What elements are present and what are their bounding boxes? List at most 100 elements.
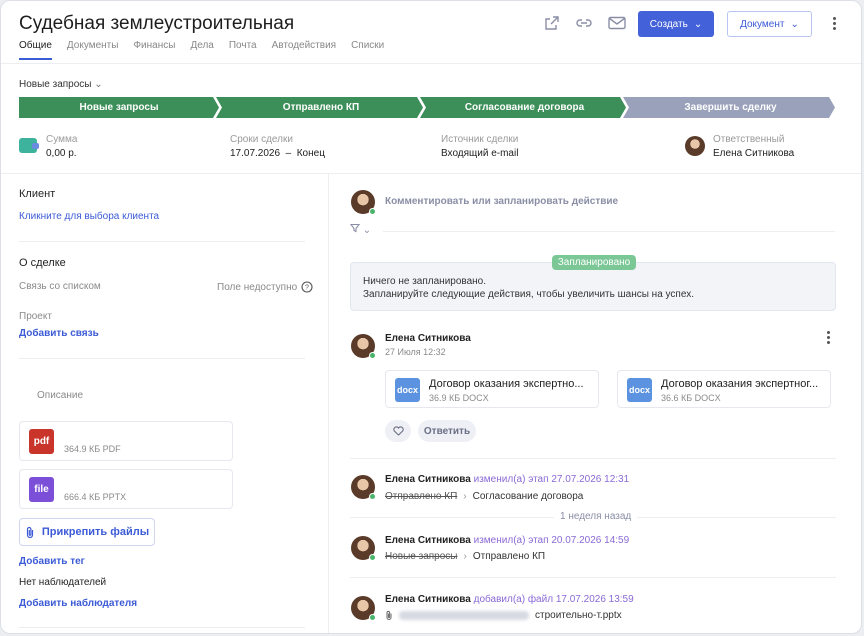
tab-general[interactable]: Общие bbox=[19, 40, 52, 60]
event-date: 17.07.2026 13:59 bbox=[555, 594, 634, 605]
document-button-label: Документ bbox=[740, 18, 785, 30]
event-author[interactable]: Елена Ситникова bbox=[385, 594, 471, 605]
content-divider bbox=[1, 173, 861, 174]
project-label: Проект bbox=[19, 311, 52, 322]
tab-documents[interactable]: Документы bbox=[67, 40, 119, 60]
doc-name: Договор оказания экспертног... bbox=[661, 378, 819, 390]
filter-button[interactable]: ⌄ bbox=[349, 223, 372, 236]
paperclip-icon bbox=[386, 610, 392, 620]
event-stage-change: Новые запросы › Отправлено КП bbox=[385, 551, 545, 562]
chevron-down-icon: ⌄ bbox=[94, 79, 103, 90]
event-header: Елена Ситникова изменил(а) этап 20.07.20… bbox=[385, 535, 629, 546]
event-action: изменил(а) этап bbox=[473, 535, 549, 546]
post-author[interactable]: Елена Ситникова bbox=[385, 333, 471, 344]
event-action: изменил(а) этап bbox=[473, 474, 549, 485]
help-icon[interactable]: ? bbox=[301, 281, 313, 293]
week-separator: 1 неделя назад bbox=[554, 511, 638, 522]
header-divider bbox=[1, 63, 861, 64]
reply-button[interactable]: Ответить bbox=[418, 420, 476, 442]
tabs: Общие Документы Финансы Дела Почта Автод… bbox=[19, 40, 384, 60]
divider bbox=[19, 358, 305, 359]
source-value: Входящий e-mail bbox=[441, 148, 519, 159]
file-card[interactable]: pdf 364.9 КБ PDF bbox=[19, 421, 233, 461]
event-header: Елена Ситникова добавил(а) файл 17.07.20… bbox=[385, 594, 634, 605]
event-stage-change: Отправлено КП › Согласование договора bbox=[385, 491, 583, 502]
create-button[interactable]: Создать ⌄ bbox=[638, 11, 714, 37]
add-watcher-link[interactable]: Добавить наблюдателя bbox=[19, 598, 137, 609]
file-card[interactable]: file 666.4 КБ PPTX bbox=[19, 469, 233, 509]
filter-divider bbox=[383, 231, 835, 232]
divider bbox=[350, 577, 836, 578]
avatar bbox=[351, 596, 376, 621]
doc-meta: 36.9 КБ DOCX bbox=[429, 393, 489, 403]
new-stage: Согласование договора bbox=[472, 491, 584, 502]
link-icon[interactable] bbox=[576, 15, 592, 31]
stage-selector[interactable]: Новые запросы ⌄ bbox=[19, 79, 103, 90]
svg-text:?: ? bbox=[305, 285, 309, 292]
doc-card[interactable]: docx Договор оказания экспертног... 36.6… bbox=[617, 370, 831, 408]
mail-icon[interactable] bbox=[608, 15, 626, 31]
divider bbox=[19, 627, 305, 628]
event-author[interactable]: Елена Ситникова bbox=[385, 535, 471, 546]
tab-automation[interactable]: Автодействия bbox=[272, 40, 336, 60]
add-link[interactable]: Добавить связь bbox=[19, 328, 99, 339]
avatar bbox=[351, 334, 376, 359]
description-label[interactable]: Описание bbox=[37, 390, 83, 401]
deal-page: Судебная землеустроительная Общие Докуме… bbox=[0, 0, 862, 634]
stage-new-requests[interactable]: Новые запросы bbox=[19, 97, 219, 118]
comment-input[interactable]: Комментировать или запланировать действи… bbox=[385, 196, 618, 207]
chevron-right-icon: › bbox=[463, 491, 467, 502]
sum-info: Сумма 0,00 р. bbox=[46, 134, 77, 159]
file-icon: file bbox=[29, 477, 54, 502]
event-date: 27.07.2026 12:31 bbox=[551, 474, 630, 485]
tab-cases[interactable]: Дела bbox=[190, 40, 213, 60]
planned-text-2: Запланируйте следующие действия, чтобы у… bbox=[363, 289, 694, 300]
chevron-down-icon: ⌄ bbox=[362, 225, 372, 236]
select-client-link[interactable]: Кликните для выбора клиента bbox=[19, 211, 159, 222]
client-title: Клиент bbox=[19, 188, 56, 200]
document-button[interactable]: Документ ⌄ bbox=[727, 11, 812, 37]
doc-name: Договор оказания экспертно... bbox=[429, 378, 584, 390]
divider bbox=[350, 458, 836, 459]
stage-close-deal[interactable]: Завершить сделку bbox=[626, 97, 835, 118]
paperclip-icon bbox=[26, 526, 33, 538]
sum-value: 0,00 р. bbox=[46, 148, 77, 159]
tab-mail[interactable]: Почта bbox=[229, 40, 257, 60]
open-external-icon[interactable] bbox=[544, 15, 560, 31]
avatar bbox=[351, 475, 376, 500]
add-tag-link[interactable]: Добавить тег bbox=[19, 556, 85, 567]
attach-files-button[interactable]: Прикрепить файлы bbox=[19, 518, 155, 546]
doc-meta: 36.6 КБ DOCX bbox=[661, 393, 721, 403]
post-menu-icon[interactable] bbox=[822, 327, 834, 347]
docx-icon: docx bbox=[627, 378, 652, 402]
docx-icon: docx bbox=[395, 378, 420, 402]
avatar bbox=[351, 190, 376, 215]
old-stage: Отправлено КП bbox=[385, 491, 458, 502]
avatar bbox=[685, 136, 705, 156]
deadline-info[interactable]: Сроки сделки 17.07.2026 – Конец bbox=[230, 134, 325, 159]
responsible-value: Елена Ситникова bbox=[713, 148, 795, 159]
stage-kp-sent[interactable]: Отправлено КП bbox=[219, 97, 423, 118]
event-action: добавил(а) файл bbox=[473, 594, 554, 605]
more-menu-icon[interactable] bbox=[828, 13, 840, 33]
event-author[interactable]: Елена Ситникова bbox=[385, 474, 471, 485]
planned-text-1: Ничего не запланировано. bbox=[363, 276, 487, 287]
like-button[interactable] bbox=[385, 420, 411, 442]
stage-selector-label: Новые запросы bbox=[19, 79, 92, 90]
page-title: Судебная землеустроительная bbox=[19, 13, 295, 34]
doc-card[interactable]: docx Договор оказания экспертно... 36.9 … bbox=[385, 370, 599, 408]
responsible-info[interactable]: Ответственный Елена Ситникова bbox=[713, 134, 794, 159]
tab-lists[interactable]: Списки bbox=[351, 40, 384, 60]
avatar bbox=[351, 536, 376, 561]
field-unavailable: Поле недоступно ? bbox=[217, 281, 313, 293]
deadline-value: 17.07.2026 – Конец bbox=[230, 148, 325, 159]
stage-contract-approval[interactable]: Согласование договора bbox=[423, 97, 626, 118]
chevron-down-icon: ⌄ bbox=[693, 18, 703, 30]
tab-finance[interactable]: Финансы bbox=[133, 40, 175, 60]
link-list-label: Связь со списком bbox=[19, 281, 101, 292]
divider bbox=[19, 241, 305, 242]
deal-title: О сделке bbox=[19, 257, 66, 269]
blurred-filename bbox=[399, 611, 529, 620]
event-file[interactable]: строительно-т.pptx bbox=[385, 610, 622, 621]
source-info[interactable]: Источник сделки Входящий e-mail bbox=[441, 134, 518, 159]
